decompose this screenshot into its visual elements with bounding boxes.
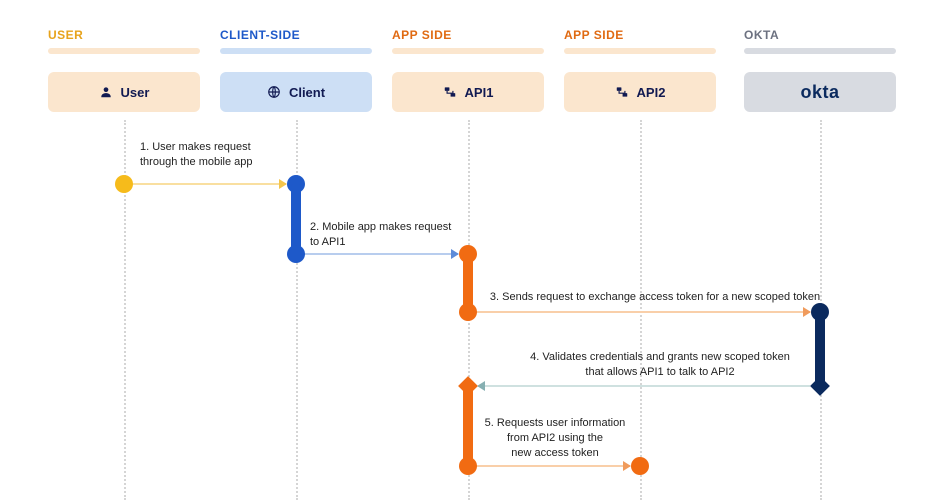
- step4-arrow: [478, 385, 810, 387]
- step2-arrow: [304, 253, 458, 255]
- api-icon: [443, 85, 457, 99]
- step5-node-api1: [459, 457, 477, 475]
- col-underline-api1: [392, 48, 544, 54]
- step1-arrow: [132, 183, 286, 185]
- okta-logo: okta: [800, 82, 839, 103]
- col-label-okta: OKTA: [744, 28, 896, 42]
- user-icon: [99, 85, 113, 99]
- activation-api1-b: [463, 386, 473, 464]
- col-underline-client: [220, 48, 372, 54]
- activation-client: [291, 184, 301, 252]
- step3-node-api1: [459, 303, 477, 321]
- step3-label: 3. Sends request to exchange access toke…: [480, 290, 830, 305]
- step5-node-api2: [631, 457, 649, 475]
- lane-box-api2: API2: [564, 72, 716, 112]
- activation-api1-a: [463, 254, 473, 310]
- lane-box-user-label: User: [121, 85, 150, 100]
- lane-box-client-label: Client: [289, 85, 325, 100]
- col-label-user: USER: [48, 28, 200, 42]
- col-header-api2: APP SIDE: [564, 28, 716, 64]
- lane-box-okta: okta: [744, 72, 896, 112]
- lane-box-user: User: [48, 72, 200, 112]
- api-icon: [615, 85, 629, 99]
- step5-arrow: [476, 465, 630, 467]
- col-header-api1: APP SIDE: [392, 28, 544, 64]
- step1-node-user: [115, 175, 133, 193]
- lane-box-api1: API1: [392, 72, 544, 112]
- lane-box-client: Client: [220, 72, 372, 112]
- col-label-client: CLIENT-SIDE: [220, 28, 372, 42]
- lifeline-api2: [640, 120, 642, 500]
- col-header-okta: OKTA: [744, 28, 896, 64]
- step3-arrow: [476, 311, 810, 313]
- step2-node-client: [287, 245, 305, 263]
- step4-label: 4. Validates credentials and grants new …: [500, 350, 820, 380]
- step2-label: 2. Mobile app makes requestto API1: [310, 220, 470, 250]
- lane-box-api2-label: API2: [637, 85, 666, 100]
- col-header-client: CLIENT-SIDE: [220, 28, 372, 64]
- col-underline-api2: [564, 48, 716, 54]
- step1-label: 1. User makes requestthrough the mobile …: [140, 140, 280, 170]
- col-label-api2: APP SIDE: [564, 28, 716, 42]
- globe-icon: [267, 85, 281, 99]
- col-label-api1: APP SIDE: [392, 28, 544, 42]
- step5-label: 5. Requests user informationfrom API2 us…: [480, 416, 630, 461]
- col-underline-user: [48, 48, 200, 54]
- lane-box-api1-label: API1: [465, 85, 494, 100]
- col-underline-okta: [744, 48, 896, 54]
- col-header-user: USER: [48, 28, 200, 64]
- sequence-diagram: USER User CLIENT-SIDE Client APP SIDE AP…: [0, 0, 942, 502]
